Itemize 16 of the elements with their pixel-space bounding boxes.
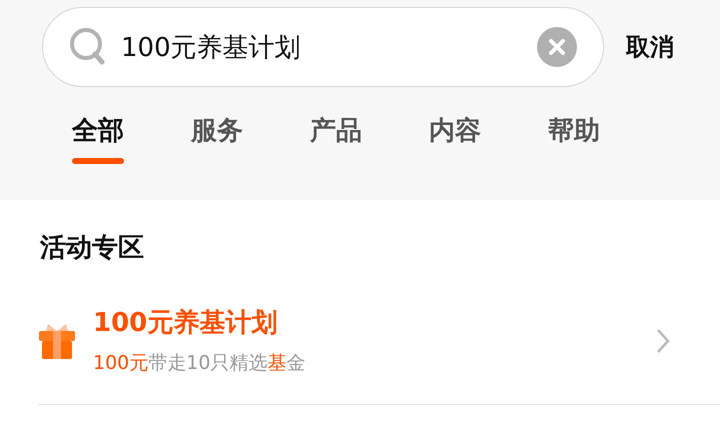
clear-icon[interactable] xyxy=(537,27,577,67)
tab[interactable]: 产品 xyxy=(310,113,362,160)
tab[interactable]: 内容 xyxy=(429,113,481,160)
tab-indicator xyxy=(72,158,124,164)
gift-icon xyxy=(38,322,76,360)
section-title: 活动专区 xyxy=(40,232,145,265)
search-bar[interactable]: 100元养基计划 xyxy=(42,7,604,87)
item-subtitle: 100元带走10只精选基金 xyxy=(93,351,306,376)
cancel-button[interactable]: 取消 xyxy=(626,31,674,63)
tab[interactable]: 服务 xyxy=(191,113,243,160)
tab[interactable]: 全部 xyxy=(72,113,124,160)
chevron-icon xyxy=(656,328,670,354)
tab[interactable]: 帮助 xyxy=(548,113,600,160)
search-icon xyxy=(69,27,107,67)
item-title: 100元养基计划 xyxy=(93,307,278,340)
search-field[interactable]: 100元养基计划 xyxy=(121,32,523,62)
